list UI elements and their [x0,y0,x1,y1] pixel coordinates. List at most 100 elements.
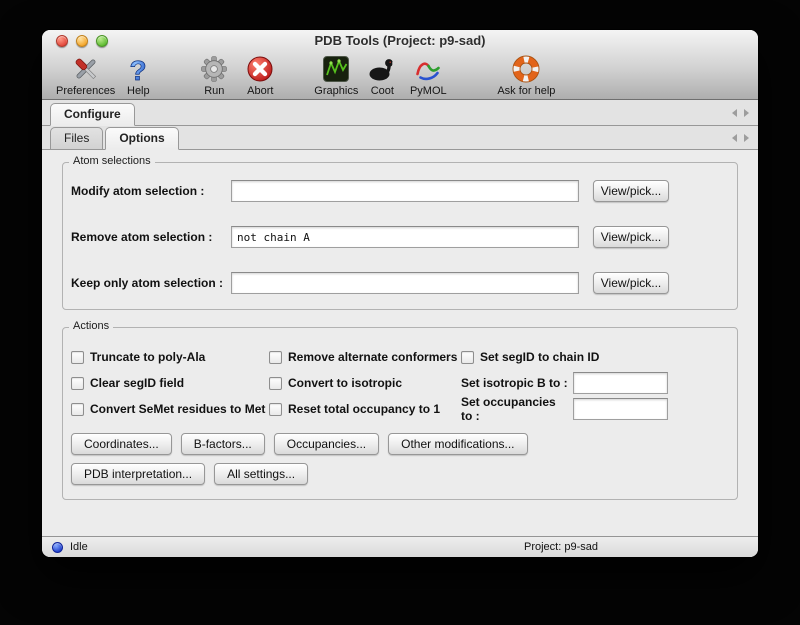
checkbox-convert-semet-residues-to-met[interactable] [71,403,84,416]
tab-options[interactable]: Options [105,127,178,150]
other-modifications-button[interactable]: Other modifications... [388,433,527,455]
toolbar-button-abort[interactable]: Abort [237,54,283,97]
checkbox-row: Reset total occupancy to 1 [269,402,461,416]
set-occupancies-input[interactable] [573,398,668,420]
checkbox-set-segid-to-chain-id[interactable] [461,351,474,364]
field-label: Set occupancies to : [461,395,569,423]
field-label: Set isotropic B to : [461,376,569,390]
svg-text:?: ? [130,55,147,84]
tools-icon [71,54,101,84]
checkbox-row: Convert to isotropic [269,376,461,390]
view-pick-remove-button[interactable]: View/pick... [593,226,669,248]
toolbar-label: Graphics [314,85,358,97]
view-pick-modify-button[interactable]: View/pick... [593,180,669,202]
close-button[interactable] [56,35,68,47]
checkbox-row: Set segID to chain ID [461,350,729,364]
status-bar: Idle Project: p9-sad [42,536,758,557]
toolbar-label: Preferences [56,85,115,97]
tab-configure[interactable]: Configure [50,103,135,126]
minimize-button[interactable] [76,35,88,47]
toolbar-label: PyMOL [410,85,447,97]
toolbar-button-help[interactable]: ? Help [115,54,161,97]
gear-icon [199,54,229,84]
tab-label: Options [119,131,164,145]
checkbox-label: Remove alternate conformers [288,350,457,364]
actions-buttons-row-1: Coordinates... B-factors... Occupancies.… [71,433,729,455]
checkbox-reset-total-occupancy-to-1[interactable] [269,403,282,416]
toolbar-label: Coot [371,85,394,97]
graphics-icon [321,54,351,84]
coot-bird-icon [367,54,397,84]
checkbox-label: Truncate to poly-Ala [90,350,205,364]
field-label: Keep only atom selection : [71,276,231,290]
checkbox-row: Clear segID field [71,376,269,390]
field-label: Remove atom selection : [71,230,231,244]
checkbox-label: Convert SeMet residues to Met [90,402,265,416]
actions-group: Actions Truncate to poly-Ala Remove alte… [62,327,738,500]
toolbar: Preferences ? Help [42,52,758,100]
set-occupancies-row: Set occupancies to : [461,395,729,423]
traffic-lights [56,35,108,47]
status-text: Idle [70,541,88,553]
checkbox-convert-to-isotropic[interactable] [269,377,282,390]
checkbox-row: Convert SeMet residues to Met [71,402,269,416]
keep-only-atom-selection-row: Keep only atom selection : View/pick... [71,271,729,295]
toolbar-label: Abort [247,85,273,97]
pdb-tools-window: PDB Tools (Project: p9-sad) Preferenc [42,30,758,557]
tab-scroll-right-icon[interactable] [744,134,749,142]
toolbar-button-graphics[interactable]: Graphics [313,54,359,97]
toolbar-button-ask-for-help[interactable]: Ask for help [497,54,555,97]
pdb-interpretation-button[interactable]: PDB interpretation... [71,463,205,485]
remove-atom-selection-input[interactable] [231,226,579,248]
all-settings-button[interactable]: All settings... [214,463,308,485]
options-panel: Atom selections Modify atom selection : … [42,150,758,500]
group-title: Atom selections [69,155,155,167]
atom-selections-group: Atom selections Modify atom selection : … [62,162,738,310]
toolbar-label: Ask for help [497,85,555,97]
status-indicator-icon [52,542,63,553]
toolbar-label: Help [127,85,150,97]
main-tab-bar: Configure [42,100,758,126]
tab-scroll-arrows [732,109,749,117]
group-title: Actions [69,320,113,332]
toolbar-button-run[interactable]: Run [191,54,237,97]
sub-tab-bar: Files Options [42,126,758,150]
tab-label: Configure [64,107,121,121]
modify-atom-selection-row: Modify atom selection : View/pick... [71,179,729,203]
tab-scroll-left-icon[interactable] [732,134,737,142]
tab-scroll-right-icon[interactable] [744,109,749,117]
b-factors-button[interactable]: B-factors... [181,433,265,455]
tab-scroll-left-icon[interactable] [732,109,737,117]
window-title: PDB Tools (Project: p9-sad) [42,30,758,52]
checkbox-label: Convert to isotropic [288,376,402,390]
keep-only-atom-selection-input[interactable] [231,272,579,294]
tab-files[interactable]: Files [50,127,103,150]
occupancies-button[interactable]: Occupancies... [274,433,379,455]
tab-scroll-arrows [732,134,749,142]
toolbar-button-pymol[interactable]: PyMOL [405,54,451,97]
zoom-button[interactable] [96,35,108,47]
view-pick-keep-button[interactable]: View/pick... [593,272,669,294]
question-icon: ? [123,54,153,84]
actions-grid: Truncate to poly-Ala Remove alternate co… [71,344,729,422]
coordinates-button[interactable]: Coordinates... [71,433,172,455]
checkbox-remove-alternate-conformers[interactable] [269,351,282,364]
toolbar-button-coot[interactable]: Coot [359,54,405,97]
toolbar-label: Run [204,85,224,97]
checkbox-label: Clear segID field [90,376,184,390]
actions-buttons-row-2: PDB interpretation... All settings... [71,463,729,485]
checkbox-row: Truncate to poly-Ala [71,350,269,364]
checkbox-label: Set segID to chain ID [480,350,599,364]
field-label: Modify atom selection : [71,184,231,198]
modify-atom-selection-input[interactable] [231,180,579,202]
window-chrome: PDB Tools (Project: p9-sad) Preferenc [42,30,758,100]
project-label: Project: p9-sad [524,541,598,553]
set-isotropic-b-row: Set isotropic B to : [461,372,729,394]
titlebar[interactable]: PDB Tools (Project: p9-sad) [42,30,758,52]
set-isotropic-b-input[interactable] [573,372,668,394]
lifebuoy-icon [511,54,541,84]
checkbox-clear-segid-field[interactable] [71,377,84,390]
abort-icon [245,54,275,84]
toolbar-button-preferences[interactable]: Preferences [56,54,115,97]
checkbox-truncate-to-poly-ala[interactable] [71,351,84,364]
